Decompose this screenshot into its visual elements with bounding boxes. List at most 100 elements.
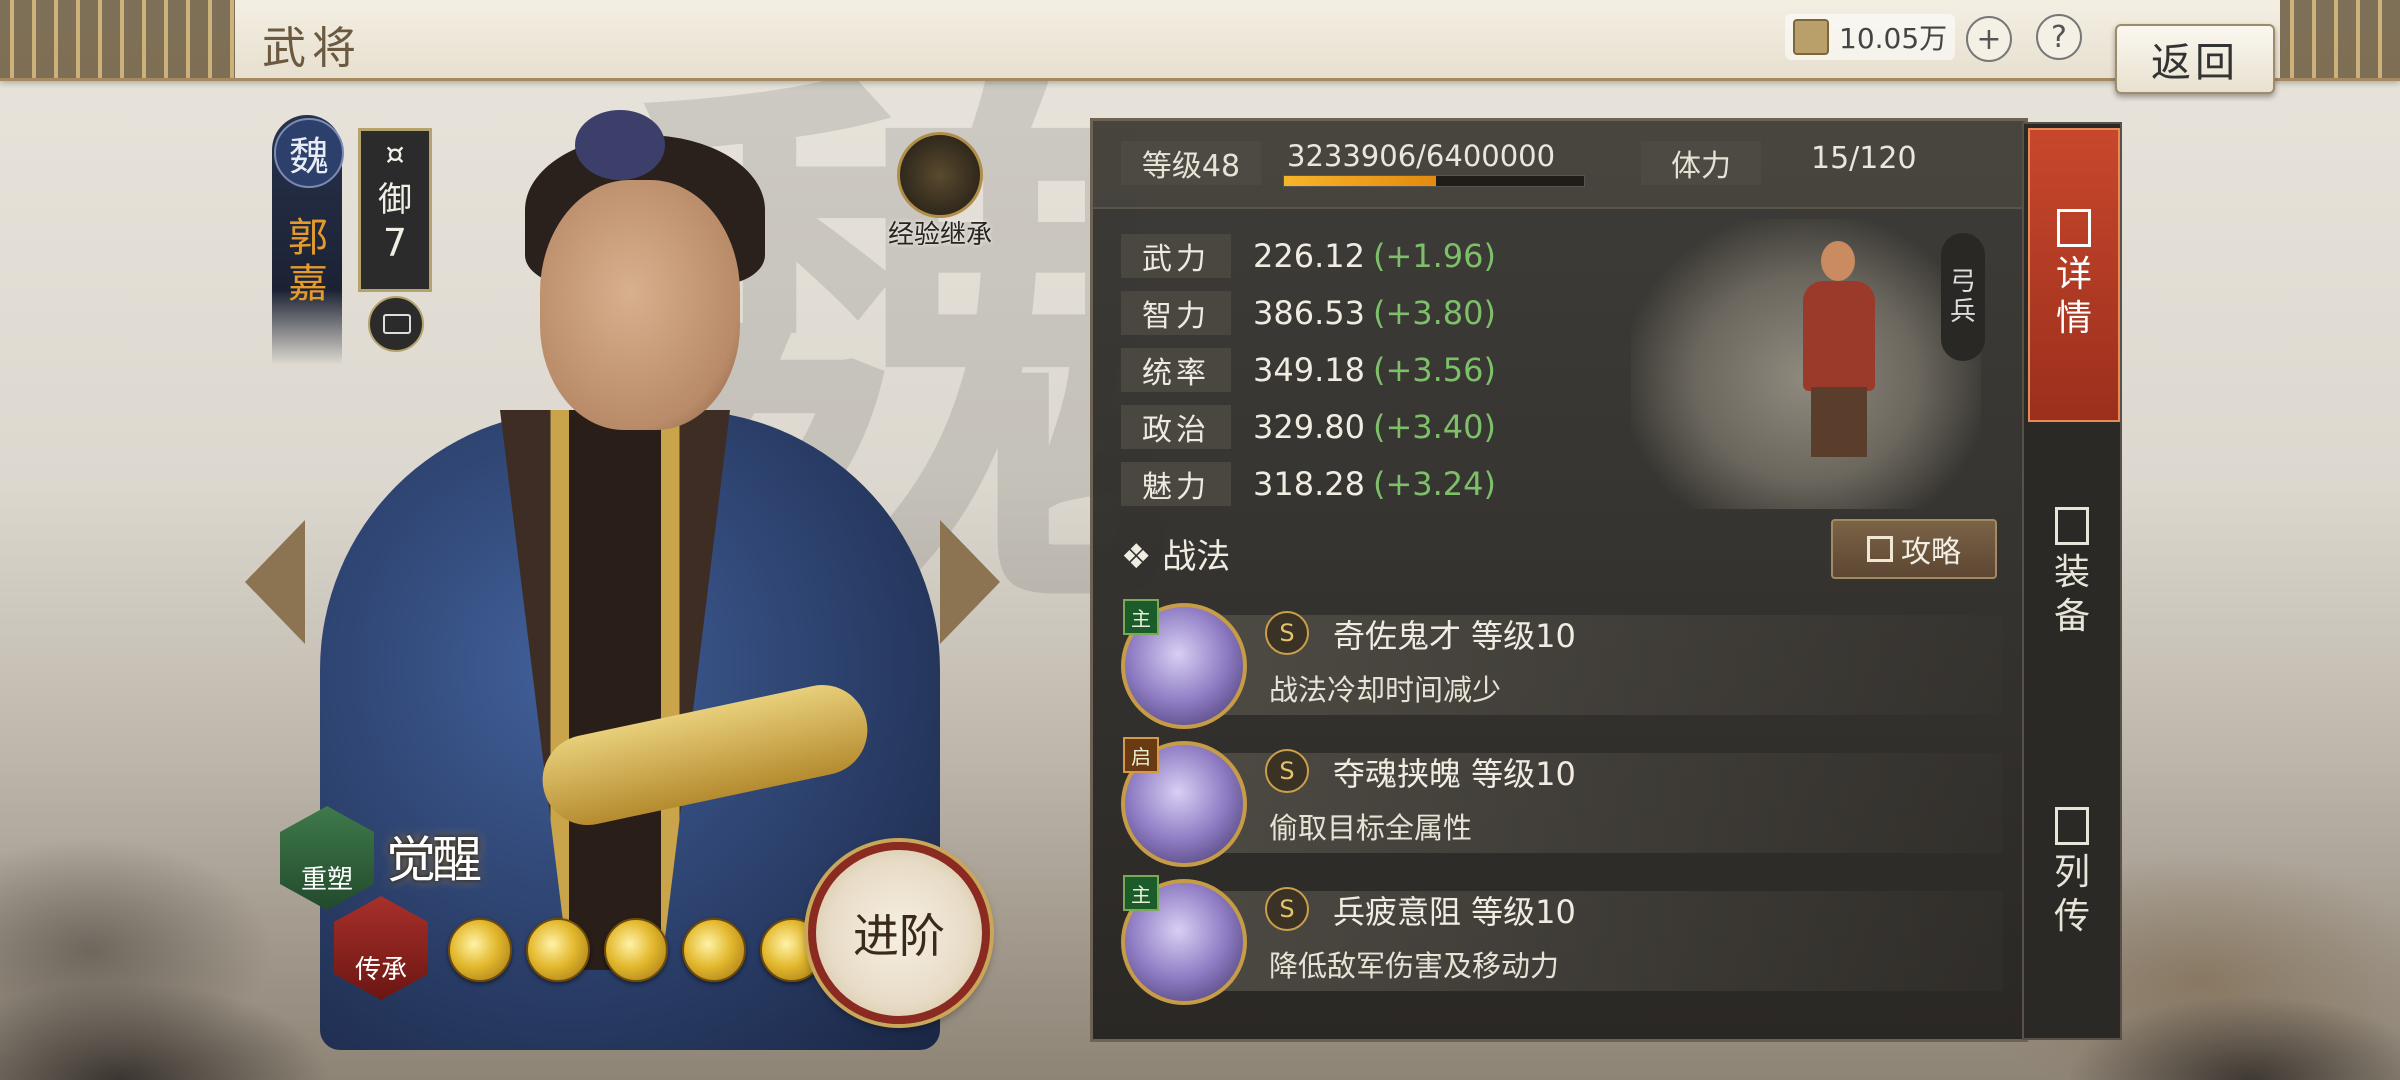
exp-value: 3233906/6400000: [1287, 139, 1556, 173]
unit-legs: [1811, 387, 1867, 457]
next-hero-arrow[interactable]: [940, 520, 1000, 644]
tactics-guide-button[interactable]: 攻略: [1831, 519, 1997, 579]
stat-row-charisma: 魅力 318.28 (+3.24): [1121, 459, 1496, 509]
advance-star: [604, 918, 668, 982]
exp-inherit-label: 经验继承: [887, 220, 992, 250]
advance-button[interactable]: 进阶: [808, 842, 990, 1024]
stat-value: 318.28: [1253, 465, 1365, 503]
stat-bonus: (+1.96): [1372, 237, 1496, 275]
exp-inherit-button[interactable]: 经验继承: [880, 132, 1000, 251]
tab-label: 装: [2053, 552, 2090, 593]
top-bar: 武将 10.05万 + ?: [0, 0, 2400, 81]
guide-label: 攻略: [1901, 535, 1961, 570]
stamina-label: 体力: [1641, 141, 1761, 185]
tactic-desc: 降低敌军伤害及移动力: [1269, 949, 1560, 983]
bamboo-scroll-icon: [2055, 807, 2089, 845]
stamina-value: 15/120: [1811, 141, 1917, 176]
level-label: 等级48: [1121, 141, 1261, 185]
stat-value: 386.53: [1253, 294, 1365, 332]
stat-bonus: (+3.80): [1372, 294, 1496, 332]
awaken-button[interactable]: 觉醒: [386, 820, 482, 892]
tab-label: 详: [2055, 254, 2092, 295]
tactic-name: 奇佐鬼才 等级10: [1333, 617, 1576, 655]
troop-type: 御: [378, 180, 412, 220]
currency-value: 10.05万: [1839, 22, 1948, 55]
faction-seal: 魏: [274, 118, 344, 188]
advance-star: [526, 918, 590, 982]
ornament-left: [0, 0, 235, 78]
prev-hero-arrow[interactable]: [245, 520, 305, 644]
tactic-desc: 战法冷却时间减少: [1269, 673, 1502, 707]
sword-icon: [2055, 507, 2089, 545]
tactic-item[interactable]: 启 S 夺魂挟魄 等级10 偷取目标全属性: [1093, 737, 2025, 869]
book-icon: [1867, 536, 1893, 562]
stat-value: 329.80: [1253, 408, 1365, 446]
inherit-label: 传承: [354, 955, 407, 985]
unit-type-tag: 弓 兵: [1941, 233, 1985, 361]
stat-label: 政治: [1121, 405, 1231, 449]
stat-row-command: 统率 349.18 (+3.56): [1121, 345, 1496, 395]
tab-label: 传: [2053, 896, 2090, 937]
portrait-hair-bun: [575, 110, 665, 180]
tab-details[interactable]: 详 情: [2028, 128, 2120, 422]
advance-stars: [448, 918, 824, 982]
stat-label: 智力: [1121, 291, 1231, 335]
tactics-title-text: 战法: [1162, 537, 1231, 577]
back-button[interactable]: 返回: [2115, 24, 2275, 94]
tab-equipment[interactable]: 装 备: [2028, 428, 2116, 718]
currency-display: 10.05万: [1785, 14, 1955, 60]
tactic-grade: S: [1265, 611, 1309, 655]
coin-icon: [1793, 19, 1829, 55]
stat-bonus: (+3.24): [1372, 465, 1496, 503]
portrait-face: [540, 180, 740, 430]
stat-label: 统率: [1121, 348, 1231, 392]
unit-body: [1803, 281, 1875, 391]
tactic-name: 夺魂挟魄 等级10: [1333, 755, 1576, 793]
stat-label: 魅力: [1121, 462, 1231, 506]
tactic-name: 兵疲意阻 等级10: [1333, 893, 1576, 931]
tactic-item[interactable]: 主 S 奇佐鬼才 等级10 战法冷却时间减少: [1093, 599, 2025, 731]
tactic-grade: S: [1265, 887, 1309, 931]
scroll-icon: [2057, 209, 2091, 247]
tactic-item[interactable]: 主 S 兵疲意阻 等级10 降低敌军伤害及移动力: [1093, 875, 2025, 1007]
hero-info-panel: 等级48 3233906/6400000 体力 15/120 弓 兵 武力 22…: [1090, 118, 2028, 1042]
tactics-title: ❖ 战法: [1121, 537, 1231, 577]
side-tabs: 详 情 装 备 列 传: [2022, 122, 2122, 1040]
add-currency-button[interactable]: +: [1966, 16, 2012, 62]
unit-head: [1821, 241, 1855, 281]
page-title: 武将: [262, 23, 362, 74]
tactic-type-badge: 主: [1123, 599, 1159, 635]
level-row: 等级48 3233906/6400000 体力 15/120: [1093, 121, 2025, 209]
box-icon: [383, 314, 411, 334]
stat-bonus: (+3.56): [1372, 351, 1496, 389]
tactic-type-badge: 主: [1123, 875, 1159, 911]
tab-label: 情: [2055, 298, 2092, 339]
tab-label: 列: [2053, 852, 2090, 893]
tactic-grade: S: [1265, 749, 1309, 793]
troop-level: 7: [382, 221, 408, 265]
advance-star: [682, 918, 746, 982]
troop-tag: ¤ 御 7: [358, 128, 432, 292]
ornament-right: [2280, 0, 2400, 78]
troop-symbol: ¤: [385, 137, 405, 172]
tab-label: 备: [2053, 596, 2090, 637]
exp-bar: [1283, 175, 1585, 187]
stat-label: 武力: [1121, 234, 1231, 278]
stat-row-politics: 政治 329.80 (+3.40): [1121, 402, 1496, 452]
stat-bonus: (+3.40): [1372, 408, 1496, 446]
hero-name: 郭嘉: [288, 215, 328, 307]
advance-star: [448, 918, 512, 982]
stat-value: 349.18: [1253, 351, 1365, 389]
unit-type-char: 弓: [1949, 267, 1976, 297]
item-box-button[interactable]: [368, 296, 424, 352]
horse-icon: [897, 132, 983, 218]
stat-row-intelligence: 智力 386.53 (+3.80): [1121, 288, 1496, 338]
stat-row-force: 武力 226.12 (+1.96): [1121, 231, 1496, 281]
help-button[interactable]: ?: [2036, 14, 2082, 60]
rebuild-label: 重塑: [300, 865, 353, 895]
tactics-header: ❖ 战法 攻略: [1093, 519, 2025, 579]
unit-type-char: 兵: [1949, 297, 1976, 327]
unit-figure: [1783, 221, 1893, 461]
tactic-desc: 偷取目标全属性: [1269, 811, 1473, 845]
tab-biography[interactable]: 列 传: [2028, 728, 2116, 1018]
